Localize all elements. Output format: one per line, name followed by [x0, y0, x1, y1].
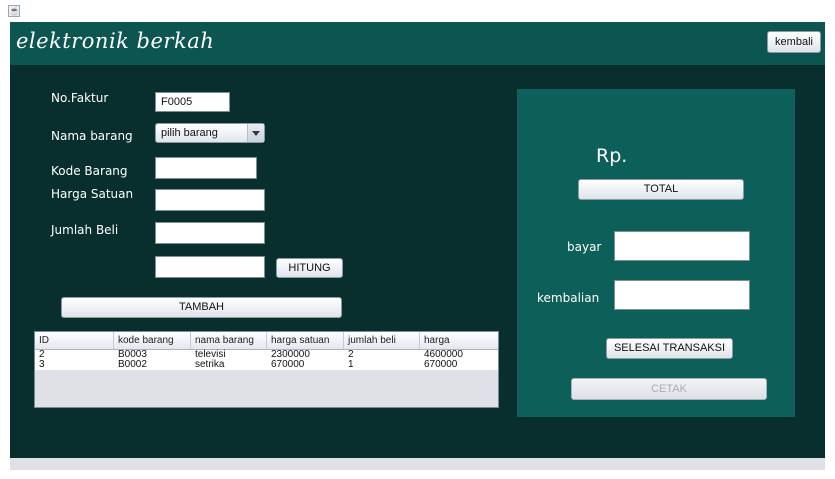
kode-barang-label: Kode Barang [51, 164, 128, 178]
harga-satuan-label: Harga Satuan [51, 187, 134, 201]
chevron-down-icon[interactable] [247, 124, 264, 142]
items-table[interactable]: ID kode barang nama barang harga satuan … [34, 331, 499, 408]
table-cell: 1 [348, 359, 354, 370]
table-cell: 2 [348, 349, 354, 360]
bayar-field[interactable] [614, 231, 750, 261]
column-header-kode-barang[interactable]: kode barang [114, 332, 191, 349]
table-cell: 2 [39, 349, 45, 360]
table-cell: 3 [39, 359, 45, 370]
main-panel: No.Faktur Nama barang pilih barang Kode … [10, 65, 825, 458]
total-button[interactable]: TOTAL [578, 179, 744, 200]
jumlah-beli-field[interactable] [155, 222, 265, 244]
kembalian-field[interactable] [614, 280, 750, 310]
column-header-id[interactable]: ID [35, 332, 114, 349]
no-faktur-field[interactable] [155, 92, 230, 112]
column-header-harga-satuan[interactable]: harga satuan [267, 332, 344, 349]
nama-barang-selected: pilih barang [161, 127, 218, 139]
selesai-transaksi-button[interactable]: SELESAI TRANSAKSI [606, 338, 733, 359]
hitung-button[interactable]: HITUNG [276, 258, 343, 278]
table-cell: 670000 [271, 359, 305, 370]
nama-barang-dropdown[interactable]: pilih barang [155, 123, 265, 143]
table-row[interactable]: 3 B0002 setrika 670000 1 670000 [35, 360, 498, 370]
column-header-nama-barang[interactable]: nama barang [191, 332, 267, 349]
table-cell: B0002 [118, 359, 147, 370]
subtotal-field[interactable] [155, 256, 265, 278]
payment-panel: Rp. TOTAL bayar kembalian SELESAI TRANSA… [517, 89, 795, 417]
kode-barang-field[interactable] [155, 157, 257, 179]
bayar-label: bayar [567, 240, 602, 254]
table-cell: setrika [195, 359, 225, 370]
cetak-button[interactable]: CETAK [571, 378, 767, 400]
kembalian-label: kembalian [537, 291, 600, 305]
tambah-button[interactable]: TAMBAH [61, 297, 342, 318]
nama-barang-label: Nama barang [51, 129, 133, 143]
no-faktur-label: No.Faktur [51, 91, 109, 105]
app-title: elektronik berkah [16, 29, 215, 53]
window-titlebar: ☕ [0, 0, 835, 22]
harga-satuan-field[interactable] [155, 189, 265, 211]
jumlah-beli-label: Jumlah Beli [51, 223, 119, 237]
column-header-harga[interactable]: harga [420, 332, 498, 349]
table-body: 2 B0003 televisi 2300000 2 4600000 3 B00… [35, 350, 498, 370]
column-header-jumlah-beli[interactable]: jumlah beli [344, 332, 420, 349]
java-app-icon: ☕ [8, 5, 21, 17]
app-header: elektronik berkah kembali [10, 22, 825, 65]
back-button[interactable]: kembali [767, 31, 821, 53]
table-cell: 670000 [424, 359, 458, 370]
total-amount-label: Rp. [596, 145, 628, 167]
table-header: ID kode barang nama barang harga satuan … [35, 332, 498, 350]
